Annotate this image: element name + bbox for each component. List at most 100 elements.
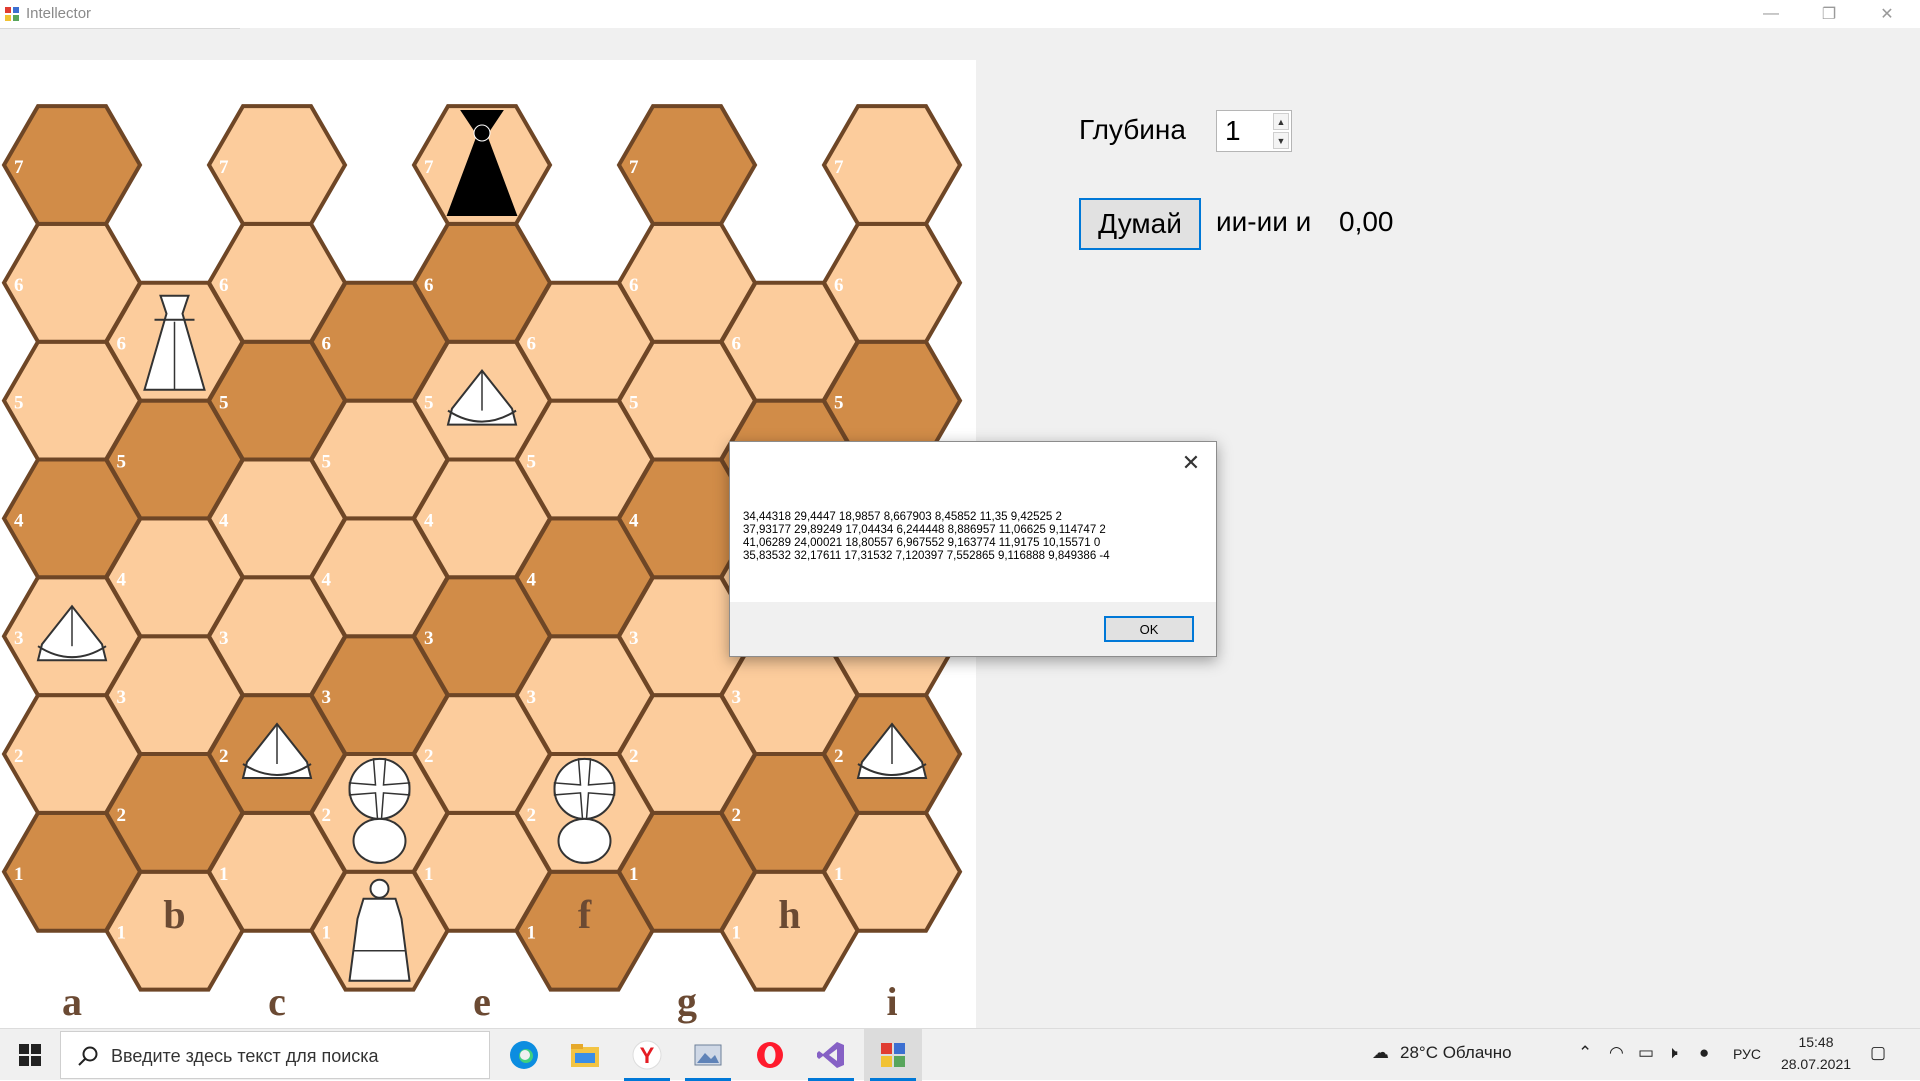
- chevron-up-icon[interactable]: ⌃: [1578, 1043, 1592, 1063]
- rank-label: 3: [14, 628, 24, 649]
- rank-label: 6: [117, 334, 127, 355]
- rank-label: 6: [527, 334, 537, 355]
- file-explorer-icon[interactable]: [556, 1029, 614, 1081]
- best-move-text: ии-ии и: [1216, 206, 1312, 237]
- minimize-button[interactable]: —: [1742, 0, 1800, 28]
- file-label-i: i: [886, 979, 897, 1024]
- cloud-icon[interactable]: ☁: [1372, 1043, 1389, 1063]
- wifi-icon[interactable]: ◠: [1609, 1043, 1624, 1063]
- rank-label: 6: [424, 275, 434, 296]
- hex-cell-a7[interactable]: [1, 104, 143, 226]
- dialog-line: 37,93177 29,89249 17,04434 6,244448 8,88…: [743, 524, 1106, 536]
- rank-label: 4: [527, 569, 537, 590]
- rank-label: 6: [219, 275, 229, 296]
- rank-label: 6: [322, 334, 332, 355]
- rank-label: 1: [219, 864, 229, 885]
- rank-label: 1: [527, 923, 537, 944]
- maximize-button[interactable]: ❐: [1800, 0, 1858, 28]
- depth-spinner[interactable]: 1 ▲ ▼: [1216, 110, 1292, 152]
- hex-cell-i7[interactable]: [821, 104, 963, 226]
- file-label-e: e: [473, 979, 491, 1024]
- rank-label: 7: [629, 157, 639, 178]
- file-label-c: c: [268, 979, 286, 1024]
- rank-label: 4: [424, 510, 434, 531]
- rank-label: 1: [629, 864, 639, 885]
- file-label-a: a: [62, 979, 82, 1024]
- spin-down-icon[interactable]: ▼: [1273, 132, 1289, 149]
- rank-label: 2: [732, 805, 742, 826]
- dialog-line: 41,06289 24,00021 18,80557 6,967552 9,16…: [743, 537, 1101, 549]
- rank-label: 1: [834, 864, 844, 885]
- app-icon: [5, 7, 19, 21]
- rank-label: 1: [14, 864, 24, 885]
- rank-label: 6: [629, 275, 639, 296]
- hex-cell-c7[interactable]: [206, 104, 348, 226]
- rank-label: 2: [14, 746, 24, 767]
- rank-label: 3: [219, 628, 229, 649]
- rank-label: 7: [834, 157, 844, 178]
- rank-label: 3: [732, 687, 742, 708]
- rank-label: 2: [219, 746, 229, 767]
- rank-label: 4: [629, 510, 639, 531]
- spin-up-icon[interactable]: ▲: [1273, 113, 1289, 130]
- clock-date[interactable]: 28.07.2021: [1772, 1056, 1860, 1072]
- rank-label: 2: [527, 805, 537, 826]
- white-defender-piece[interactable]: [348, 757, 411, 864]
- rank-label: 2: [424, 746, 434, 767]
- rank-label: 3: [527, 687, 537, 708]
- windows-icon: [19, 1044, 41, 1066]
- edge-icon[interactable]: [495, 1029, 553, 1081]
- rank-label: 4: [322, 569, 332, 590]
- depth-value[interactable]: 1: [1225, 115, 1241, 147]
- clock-time[interactable]: 15:48: [1788, 1034, 1844, 1050]
- ok-button[interactable]: OK: [1104, 616, 1194, 642]
- dialog-close-icon[interactable]: ✕: [1176, 450, 1206, 476]
- start-button[interactable]: [0, 1029, 60, 1081]
- rank-label: 4: [117, 569, 127, 590]
- title-bar: Intellector — ❐ ✕: [0, 0, 1920, 28]
- search-placeholder[interactable]: Введите здесь текст для поиска: [111, 1046, 379, 1067]
- rank-label: 6: [732, 334, 742, 355]
- depth-label: Глубина: [1079, 114, 1186, 145]
- language-indicator[interactable]: РУС: [1733, 1046, 1761, 1062]
- rank-label: 4: [14, 510, 24, 531]
- window-title: Intellector: [26, 5, 92, 22]
- battery-icon[interactable]: ▭: [1638, 1043, 1654, 1063]
- rank-label: 6: [14, 275, 24, 296]
- taskbar-search-box[interactable]: Введите здесь текст для поиска: [60, 1031, 490, 1079]
- white-defender-piece[interactable]: [553, 757, 616, 864]
- rank-label: 5: [219, 393, 229, 414]
- dialog-message: 34,44318 29,4447 18,9857 8,667903 8,4585…: [743, 511, 1110, 563]
- svg-text:Y: Y: [640, 1043, 655, 1068]
- rank-label: 5: [14, 393, 24, 414]
- search-icon: [78, 1046, 98, 1066]
- rank-label: 5: [322, 452, 332, 473]
- file-label-h: h: [778, 892, 800, 937]
- message-dialog: ✕ 34,44318 29,4447 18,9857 8,667903 8,45…: [729, 441, 1217, 657]
- yandex-browser-icon[interactable]: Y: [618, 1029, 676, 1081]
- taskbar: Введите здесь текст для поиска Y ☁ 28°C …: [0, 1028, 1920, 1081]
- rank-label: 5: [117, 452, 127, 473]
- photos-icon[interactable]: [679, 1029, 737, 1081]
- close-button[interactable]: ✕: [1858, 0, 1916, 28]
- hex-cell-g7[interactable]: [616, 104, 758, 226]
- microphone-icon[interactable]: ●: [1699, 1043, 1709, 1063]
- volume-muted-icon[interactable]: 🕨: [1667, 1043, 1678, 1063]
- rank-label: 3: [424, 628, 434, 649]
- rank-label: 1: [424, 864, 434, 885]
- rank-label: 2: [322, 805, 332, 826]
- rank-label: 1: [117, 923, 127, 944]
- rank-label: 6: [834, 275, 844, 296]
- rank-label: 2: [834, 746, 844, 767]
- rank-label: 3: [322, 687, 332, 708]
- notifications-icon[interactable]: ▢: [1870, 1043, 1886, 1063]
- weather-text[interactable]: 28°C Облачно: [1400, 1043, 1512, 1063]
- opera-icon[interactable]: [741, 1029, 799, 1081]
- file-label-g: g: [677, 979, 697, 1024]
- file-label-f: f: [578, 892, 592, 937]
- visual-studio-icon[interactable]: [802, 1029, 860, 1081]
- rank-label: 3: [117, 687, 127, 708]
- rank-label: 5: [424, 393, 434, 414]
- think-button[interactable]: Думай: [1079, 198, 1201, 250]
- intellector-app-icon[interactable]: [864, 1029, 922, 1081]
